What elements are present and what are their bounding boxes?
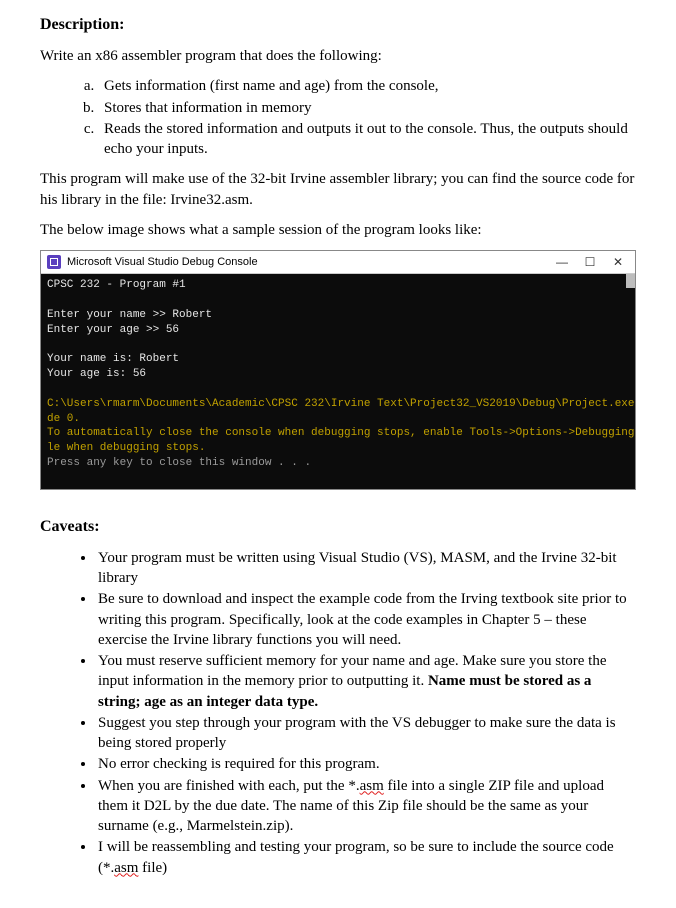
console-window: Microsoft Visual Studio Debug Console — … (40, 250, 636, 490)
spellcheck-word: asm (114, 860, 138, 876)
terminal-line: Enter your age >> 56 (47, 324, 179, 336)
terminal-line: Press any key to close this window . . . (47, 457, 311, 469)
caveat-item: You must reserve sufficient memory for y… (96, 651, 636, 712)
caveat-item: When you are finished with each, put the… (96, 776, 636, 837)
caveat-text: When you are finished with each, put the… (98, 778, 360, 794)
caveat-item: No error checking is required for this p… (96, 754, 636, 774)
spellcheck-word: asm (360, 778, 384, 794)
caveat-item: Be sure to download and inspect the exam… (96, 589, 636, 650)
terminal-line: C:\Users\rmarm\Documents\Academic\CPSC 2… (47, 398, 635, 410)
intro-paragraph: Write an x86 assembler program that does… (40, 46, 636, 66)
console-app-icon (47, 255, 61, 269)
steps-list: Gets information (first name and age) fr… (40, 76, 636, 159)
scrollbar-thumb[interactable] (626, 274, 635, 288)
console-terminal: CPSC 232 - Program #1 Enter your name >>… (41, 274, 635, 489)
close-icon[interactable]: ✕ (611, 256, 625, 268)
caveats-heading: Caveats: (40, 518, 636, 536)
caveat-item: Your program must be written using Visua… (96, 548, 636, 589)
terminal-line: Your age is: 56 (47, 368, 146, 380)
terminal-line: Enter your name >> Robert (47, 309, 212, 321)
minimize-icon[interactable]: — (555, 256, 569, 268)
caveats-list: Your program must be written using Visua… (40, 548, 636, 878)
terminal-line: de 0. (47, 413, 80, 425)
caveat-item: Suggest you step through your program wi… (96, 713, 636, 754)
terminal-line: CPSC 232 - Program #1 (47, 279, 186, 291)
terminal-line: Your name is: Robert (47, 353, 179, 365)
caveat-text: file) (138, 860, 167, 876)
caveat-item: I will be reassembling and testing your … (96, 837, 636, 878)
terminal-line: To automatically close the console when … (47, 427, 635, 439)
image-intro-paragraph: The below image shows what a sample sess… (40, 220, 636, 240)
window-controls: — ☐ ✕ (555, 256, 635, 268)
step-c: Reads the stored information and outputs… (98, 119, 636, 160)
step-b: Stores that information in memory (98, 98, 636, 118)
console-title: Microsoft Visual Studio Debug Console (67, 256, 555, 268)
step-a: Gets information (first name and age) fr… (98, 76, 636, 96)
description-heading: Description: (40, 16, 636, 34)
terminal-line: le when debugging stops. (47, 442, 205, 454)
document-page: Description: Write an x86 assembler prog… (0, 0, 676, 908)
console-titlebar: Microsoft Visual Studio Debug Console — … (41, 251, 635, 274)
maximize-icon[interactable]: ☐ (583, 256, 597, 268)
caveat-text: I will be reassembling and testing your … (98, 839, 614, 875)
library-paragraph: This program will make use of the 32-bit… (40, 169, 636, 210)
